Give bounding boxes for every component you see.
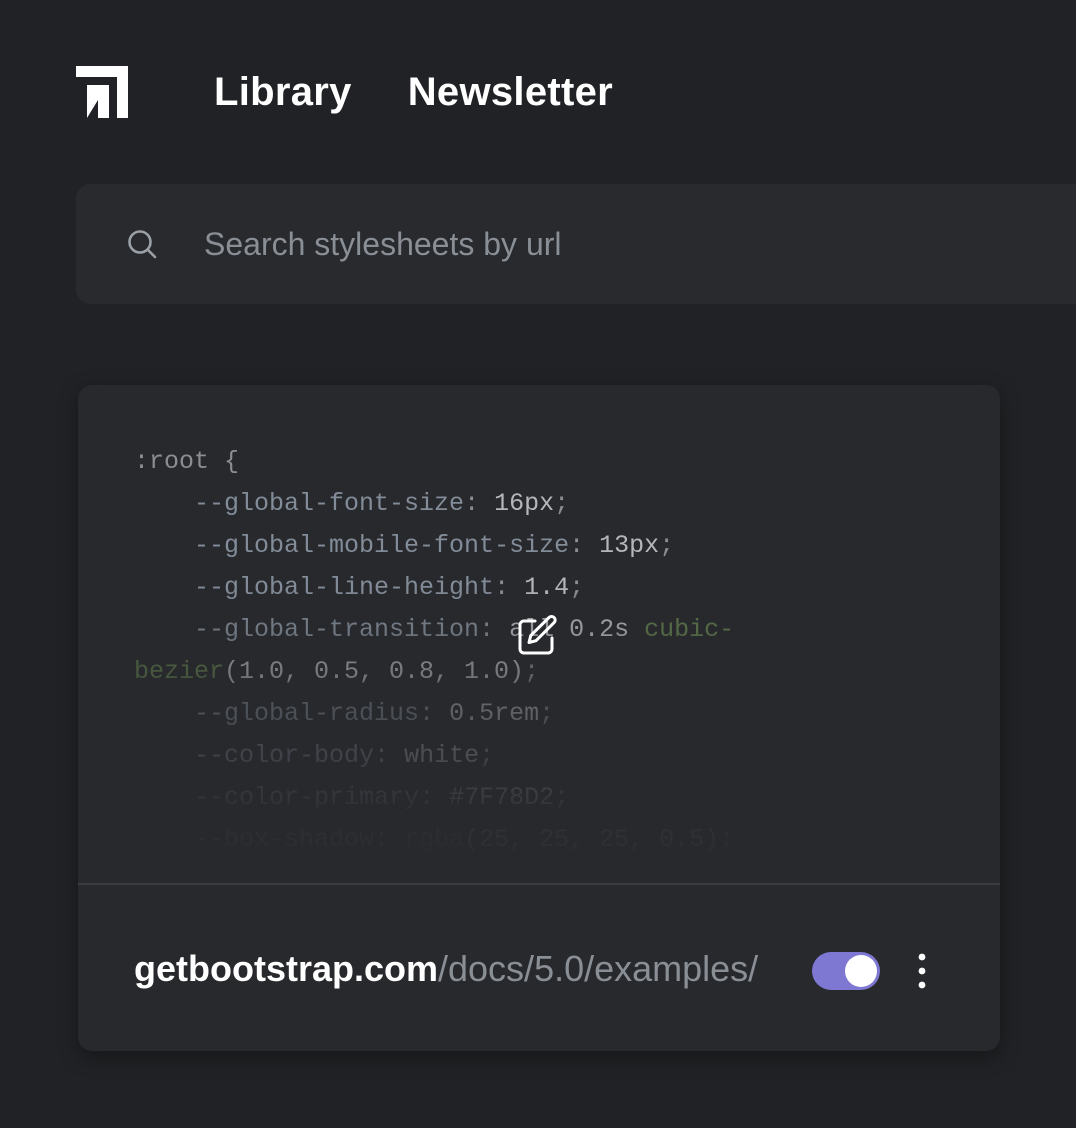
logo-icon[interactable] [76, 66, 128, 118]
code-value: #7F78D2 [449, 783, 555, 812]
code-value: white [404, 741, 480, 770]
search-input[interactable] [204, 225, 964, 263]
url-path: /docs/5.0/examples/ [438, 948, 759, 989]
code-func: rgba [404, 825, 465, 854]
url-domain: getbootstrap.com [134, 948, 439, 989]
code-preview[interactable]: :root { --global-font-size: 16px; --glob… [78, 385, 1000, 883]
code-prop: --global-radius [194, 699, 420, 728]
stylesheet-url[interactable]: getbootstrap.com/docs/5.0/examples/ [134, 947, 794, 991]
top-nav: Library Newsletter [76, 66, 613, 118]
edit-icon[interactable] [514, 613, 560, 659]
code-prop: --global-font-size [194, 489, 465, 518]
code-value: 1.4 [524, 573, 570, 602]
code-prop: --box-shadow [194, 825, 375, 854]
enable-toggle[interactable] [812, 952, 880, 990]
code-func-part2: bezier [134, 657, 225, 686]
stylesheet-card: :root { --global-font-size: 16px; --glob… [78, 385, 1000, 1051]
code-prop: --global-mobile-font-size [194, 531, 570, 560]
code-args: (1.0, 0.5, 0.8, 1.0) [224, 657, 525, 686]
card-footer: getbootstrap.com/docs/5.0/examples/ [78, 885, 1000, 1051]
code-value: 16px [494, 489, 555, 518]
code-open-brace: { [224, 447, 240, 476]
nav-link-newsletter[interactable]: Newsletter [408, 66, 613, 118]
code-prop: --color-primary [194, 783, 420, 812]
code-value: 0.5rem [449, 699, 540, 728]
code-value: 13px [599, 531, 660, 560]
code-prop: --color-body [194, 741, 375, 770]
code-block: :root { --global-font-size: 16px; --glob… [134, 447, 735, 854]
search-icon [128, 230, 157, 259]
code-prop: --global-line-height [194, 573, 495, 602]
nav-link-library[interactable]: Library [214, 66, 352, 118]
search-bar [76, 184, 1076, 304]
toggle-knob [845, 955, 877, 987]
code-args: (25, 25, 25, 0.5) [464, 825, 720, 854]
code-selector: :root [134, 447, 210, 476]
code-func-part1: cubic- [644, 615, 735, 644]
code-prop: --global-transition [194, 615, 480, 644]
more-vertical-icon[interactable] [906, 951, 938, 991]
